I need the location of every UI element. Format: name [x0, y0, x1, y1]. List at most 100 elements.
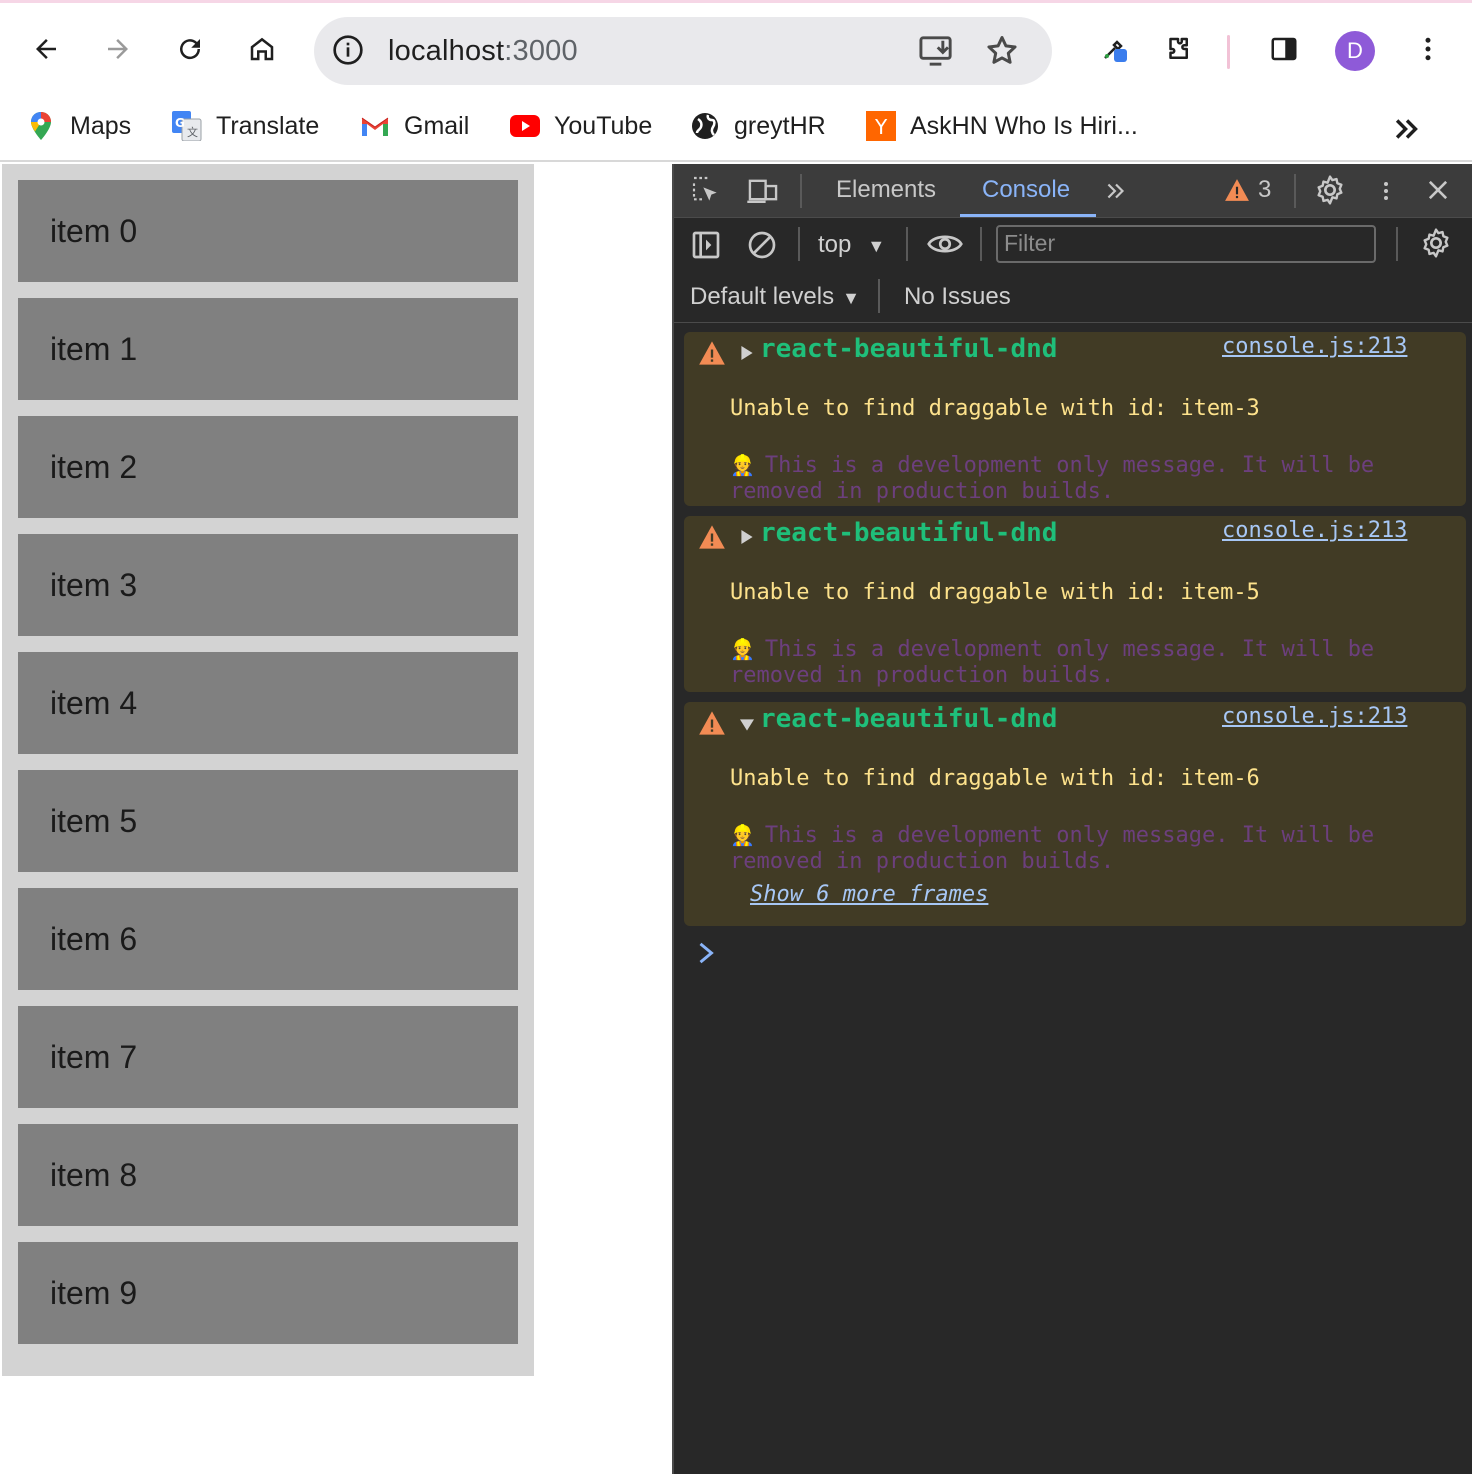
draggable-item[interactable]: item 0 — [18, 180, 518, 282]
bookmarks-overflow-icon[interactable] — [1390, 112, 1424, 146]
sidebar-toggle-icon[interactable] — [690, 229, 722, 261]
maps-pin-icon — [26, 111, 56, 141]
bookmark-translate[interactable]: G文 Translate — [172, 106, 319, 146]
bookmark-youtube[interactable]: YouTube — [510, 106, 652, 146]
globe-icon — [690, 111, 720, 141]
console-warning-message[interactable]: react-beautiful-dnd console.js:213 Unabl… — [684, 702, 1466, 926]
message-source: react-beautiful-dnd — [760, 334, 1058, 364]
bookmark-greythr[interactable]: greytHR — [690, 106, 826, 146]
context-label: top — [818, 231, 852, 258]
issues-link[interactable]: No Issues — [904, 283, 1011, 311]
settings-gear-icon[interactable] — [1314, 174, 1346, 206]
devtools-panel: Elements Console 3 top ▼ Filter Default l… — [672, 164, 1472, 1474]
toolbar-separator — [798, 227, 800, 261]
browser-toolbar: localhost:3000 D — [0, 0, 1472, 96]
toolbar-divider — [1227, 35, 1230, 69]
bookmark-label: Translate — [216, 111, 320, 140]
console-warning-message[interactable]: react-beautiful-dnd console.js:213 Unabl… — [684, 332, 1466, 506]
expand-triangle-icon[interactable] — [740, 346, 754, 360]
construction-worker-icon: 👷 — [730, 823, 755, 847]
draggable-item[interactable]: item 8 — [18, 1124, 518, 1226]
back-icon[interactable] — [22, 25, 70, 73]
source-link[interactable]: console.js:213 — [1222, 334, 1407, 359]
warning-count: 3 — [1258, 176, 1272, 203]
bookmark-star-icon[interactable] — [984, 33, 1020, 69]
draggable-item[interactable]: item 3 — [18, 534, 518, 636]
site-info-icon[interactable] — [332, 34, 364, 66]
device-toolbar-icon[interactable] — [746, 174, 780, 206]
inspect-element-icon[interactable] — [690, 174, 722, 206]
bookmark-label: greytHR — [734, 111, 826, 140]
dev-note-text: This is a development only message. It w… — [730, 823, 1375, 874]
home-icon[interactable] — [238, 25, 286, 73]
console-prompt-chevron-icon[interactable] — [696, 942, 716, 964]
devtools-tab-bar: Elements Console 3 — [674, 164, 1472, 218]
active-tab-indicator — [960, 214, 1096, 217]
youtube-icon — [510, 111, 540, 141]
context-selector[interactable]: top ▼ — [818, 231, 885, 259]
tab-elements[interactable]: Elements — [836, 176, 936, 204]
bookmark-gmail[interactable]: Gmail — [360, 106, 469, 146]
forward-icon[interactable] — [94, 25, 142, 73]
devtools-kebab-icon[interactable] — [1374, 176, 1398, 206]
bookmarks-bar: Maps G文 Translate Gmail YouTube greytHR … — [0, 96, 1472, 162]
toolbar-separator — [980, 227, 982, 261]
profile-avatar[interactable]: D — [1335, 31, 1375, 71]
more-tabs-chevron-icon[interactable] — [1102, 178, 1130, 204]
clear-console-icon[interactable] — [746, 229, 778, 261]
droppable-list: item 0 item 1 item 2 item 3 item 4 item … — [2, 164, 534, 1376]
toolbar-separator — [1396, 227, 1398, 261]
source-link[interactable]: console.js:213 — [1222, 704, 1407, 729]
kebab-menu-icon[interactable] — [1404, 25, 1452, 73]
console-levels-bar: Default levels ▼ No Issues — [674, 271, 1472, 323]
warning-triangle-icon — [1225, 179, 1249, 201]
svg-text:文: 文 — [187, 125, 198, 139]
translate-icon: G文 — [172, 111, 202, 141]
draggable-item[interactable]: item 5 — [18, 770, 518, 872]
collapse-triangle-icon[interactable] — [740, 718, 754, 732]
draggable-item[interactable]: item 4 — [18, 652, 518, 754]
bookmark-label: YouTube — [554, 111, 653, 140]
bookmark-label: Gmail — [404, 111, 470, 140]
tab-separator — [1294, 174, 1296, 208]
expand-triangle-icon[interactable] — [740, 530, 754, 544]
dev-note-text: This is a development only message. It w… — [730, 637, 1375, 688]
bookmark-askhn[interactable]: Y AskHN Who Is Hiri... — [866, 106, 1138, 146]
address-bar[interactable]: localhost:3000 — [314, 17, 1052, 85]
bookmark-label: Maps — [70, 111, 132, 140]
tab-console[interactable]: Console — [982, 176, 1070, 204]
construction-worker-icon: 👷 — [730, 453, 755, 477]
warning-counter[interactable]: 3 — [1224, 176, 1271, 204]
dev-only-note: 👷 This is a development only message. It … — [730, 822, 1410, 875]
draggable-item[interactable]: item 6 — [18, 888, 518, 990]
url-port: :3000 — [504, 35, 578, 67]
draggable-item[interactable]: item 7 — [18, 1006, 518, 1108]
eyedropper-extension-icon[interactable] — [1090, 25, 1138, 73]
profile-initial: D — [1347, 38, 1363, 63]
show-more-frames-link[interactable]: Show 6 more frames — [750, 882, 988, 907]
levels-label: Default levels — [690, 283, 835, 310]
log-levels-dropdown[interactable]: Default levels ▼ — [690, 283, 860, 311]
dropdown-caret-icon: ▼ — [867, 236, 886, 256]
close-devtools-icon[interactable] — [1424, 176, 1452, 204]
install-app-icon[interactable] — [918, 33, 956, 69]
dev-note-text: This is a development only message. It w… — [730, 453, 1375, 504]
console-filter-input[interactable]: Filter — [996, 225, 1376, 263]
side-panel-icon[interactable] — [1260, 25, 1308, 73]
draggable-item[interactable]: item 1 — [18, 298, 518, 400]
extensions-puzzle-icon[interactable] — [1154, 25, 1202, 73]
live-expression-eye-icon[interactable] — [926, 229, 964, 259]
reload-icon[interactable] — [166, 25, 214, 73]
hackernews-icon: Y — [866, 111, 896, 141]
warning-triangle-icon — [699, 525, 725, 549]
draggable-item[interactable]: item 2 — [18, 416, 518, 518]
message-source: react-beautiful-dnd — [760, 518, 1058, 548]
draggable-item[interactable]: item 9 — [18, 1242, 518, 1344]
message-source: react-beautiful-dnd — [760, 704, 1058, 734]
source-link[interactable]: console.js:213 — [1222, 518, 1407, 543]
toolbar-separator — [906, 227, 908, 261]
bookmark-maps[interactable]: Maps — [26, 106, 131, 146]
warning-triangle-icon — [699, 711, 725, 735]
console-warning-message[interactable]: react-beautiful-dnd console.js:213 Unabl… — [684, 516, 1466, 692]
console-settings-gear-icon[interactable] — [1420, 227, 1452, 259]
